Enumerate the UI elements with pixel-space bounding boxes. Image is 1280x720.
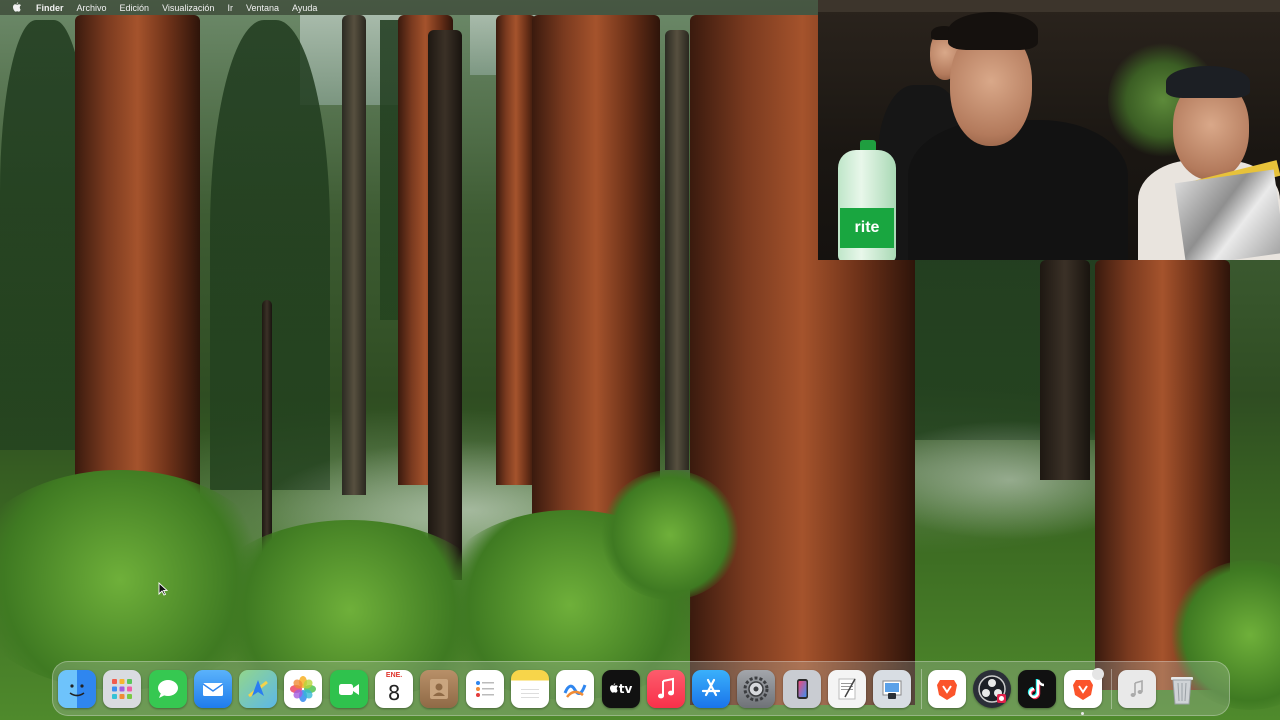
menu-archivo[interactable]: Archivo (77, 3, 107, 13)
brave-beta-badge (1091, 667, 1104, 680)
notes-icon (520, 688, 539, 698)
dock-maps[interactable] (239, 669, 278, 708)
dock-music-doc[interactable] (1117, 669, 1156, 708)
freeform-icon (563, 683, 587, 698)
settings-icon (743, 676, 769, 701)
menu-finder[interactable]: Finder (36, 3, 64, 13)
iphone-mirroring-icon (796, 678, 808, 699)
textedit-icon (838, 678, 856, 699)
calendar-month: ENE. (385, 671, 403, 679)
dock-tiktok[interactable] (1018, 669, 1057, 708)
menu-bar: Finder Archivo Edición Visualización Ir … (0, 0, 818, 15)
appstore-icon (702, 678, 721, 696)
menu-visualizacion[interactable]: Visualización (162, 3, 214, 13)
dock-preview[interactable] (873, 669, 912, 708)
dock-launchpad[interactable] (103, 669, 142, 708)
dock-facetime[interactable] (329, 669, 368, 708)
dock-finder[interactable] (58, 669, 96, 708)
dock-trash[interactable] (1163, 670, 1201, 708)
launchpad-icon (112, 678, 133, 699)
obs-icon (978, 674, 1006, 703)
dock-separator-2 (1110, 668, 1112, 709)
appletv-icon: tv (609, 681, 633, 696)
dock-calendar[interactable]: ENE. 8 (375, 669, 414, 708)
dock-iphone-mirroring[interactable] (782, 669, 821, 708)
dock: ENE. 8 tv (52, 661, 1230, 716)
menu-ayuda[interactable]: Ayuda (292, 3, 317, 13)
dock-appstore[interactable] (692, 669, 731, 708)
dock-music[interactable] (646, 669, 685, 708)
dock-notes[interactable] (510, 669, 549, 708)
dock-obs[interactable] (972, 669, 1011, 708)
calendar-day: 8 (387, 680, 401, 705)
dock-textedit[interactable] (828, 669, 867, 708)
dock-appletv[interactable]: tv (601, 669, 640, 708)
trash-icon (1171, 676, 1194, 704)
dock-settings[interactable] (737, 669, 776, 708)
camera-ceiling (818, 0, 1280, 12)
facetime-icon (338, 683, 359, 695)
contacts-icon (430, 678, 449, 699)
maps-icon (248, 679, 269, 697)
calendar-icon: ENE. 8 (375, 670, 413, 708)
tiktok-icon (1028, 678, 1045, 699)
menu-ventana[interactable]: Ventana (246, 3, 279, 13)
dock-reminders[interactable] (465, 669, 504, 708)
dock-separator (920, 668, 922, 709)
webcam-overlay: rite (818, 0, 1280, 260)
dock-brave[interactable] (927, 669, 966, 708)
menu-ir[interactable]: Ir (227, 3, 233, 13)
messages-icon (157, 679, 178, 698)
brave-icon (936, 679, 957, 700)
dock-photos[interactable] (284, 669, 323, 708)
dock-contacts[interactable] (420, 669, 459, 708)
menu-edicion[interactable]: Edición (120, 3, 150, 13)
appletv-label: tv (618, 681, 633, 696)
music-icon (657, 677, 674, 698)
dock-brave-beta[interactable] (1063, 667, 1104, 715)
preview-icon (882, 680, 902, 699)
music-doc-icon (1130, 679, 1143, 697)
snack-bag (1174, 169, 1280, 260)
mouse-pointer-icon (158, 582, 168, 596)
bottle-label: rite (840, 208, 894, 248)
reminders-icon (475, 680, 494, 697)
mail-icon (202, 682, 224, 696)
photos-icon (290, 675, 317, 702)
finder-icon (69, 683, 85, 696)
apple-logo-icon[interactable] (12, 2, 24, 14)
dock-freeform[interactable] (556, 669, 595, 708)
brave-beta-icon (1072, 679, 1093, 700)
dock-messages[interactable] (148, 669, 187, 708)
dock-mail[interactable] (193, 669, 232, 708)
